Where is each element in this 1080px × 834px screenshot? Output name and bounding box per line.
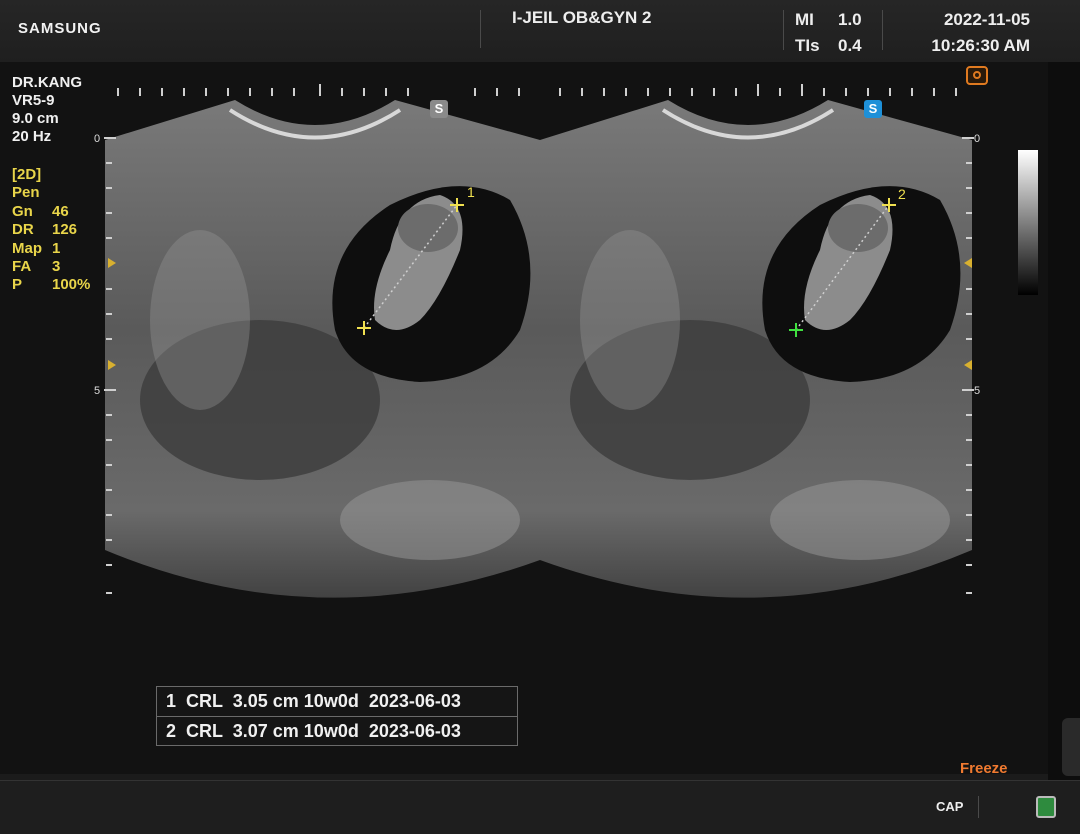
divider (783, 10, 784, 50)
probe-type: VR5-9 (12, 92, 55, 109)
divider (978, 796, 979, 818)
frame-rate: 20 Hz (12, 128, 52, 145)
hospital-name: I-JEIL OB&GYN 2 (512, 8, 652, 27)
depth-label-0-left: 0 (94, 133, 100, 145)
param-row: [2D] (12, 166, 42, 183)
right-image-panel (540, 100, 972, 598)
param-row: Map 1 (12, 239, 61, 257)
tis-value: 0.4 (838, 36, 862, 55)
caps-lock-indicator: CAP (936, 799, 964, 814)
measurement-row: 1 CRL 3.05 cm 10w0d 2023-06-03 (166, 691, 461, 711)
date-display: 2022-11-05 (943, 10, 1030, 29)
param-row: Pen (12, 184, 40, 202)
freeze-status: Freeze (960, 760, 1008, 777)
depth-label-5-right: 5 (974, 385, 980, 397)
side-panel-tab[interactable] (1062, 718, 1080, 776)
battery-icon (1036, 796, 1056, 818)
param-row: DR 126 (12, 221, 78, 239)
tis-label: TIs (795, 36, 820, 55)
brand-logo: SAMSUNG (18, 20, 102, 37)
top-ruler (117, 84, 957, 96)
operator-name: DR.KANG (12, 74, 82, 91)
image-depth: 9.0 cm (12, 110, 59, 127)
freeze-cine-icon[interactable] (966, 66, 988, 85)
param-row: FA 3 (12, 258, 61, 276)
orientation-mark-right: S (864, 100, 882, 118)
imaging-params: [2D] Pen Gn 46 DR 126 Map 1 FA 3 P 100% (12, 166, 90, 295)
left-image-panel (105, 100, 540, 598)
grayscale-map-bar (1018, 150, 1038, 295)
param-row: P 100% (12, 276, 91, 294)
measurement-row: 2 CRL 3.07 cm 10w0d 2023-06-03 (157, 716, 517, 746)
mi-value: 1.0 (838, 10, 862, 29)
caliper-1-label: 1 (467, 184, 475, 200)
measurement-results: 1 CRL 3.05 cm 10w0d 2023-06-03 2 CRL 3.0… (156, 686, 518, 746)
divider (882, 10, 883, 50)
bottom-bar (0, 780, 1080, 834)
ultrasound-image: 0 5 0 5 1 2 (94, 84, 980, 598)
mi-label: MI (795, 10, 814, 29)
top-bar: SAMSUNG I-JEIL OB&GYN 2 MI 1.0 TIs 0.4 2… (0, 0, 1080, 62)
depth-label-0-right: 0 (974, 133, 980, 145)
depth-label-5-left: 5 (94, 385, 100, 397)
time-display: 10:26:30 AM (931, 36, 1030, 55)
orientation-mark-left: S (430, 100, 448, 118)
param-row: Gn 46 (12, 202, 69, 220)
right-panel (1048, 62, 1080, 780)
caliper-2-label: 2 (898, 186, 906, 202)
divider (480, 10, 481, 48)
probe-info: DR.KANG VR5-9 9.0 cm 20 Hz (12, 74, 82, 146)
